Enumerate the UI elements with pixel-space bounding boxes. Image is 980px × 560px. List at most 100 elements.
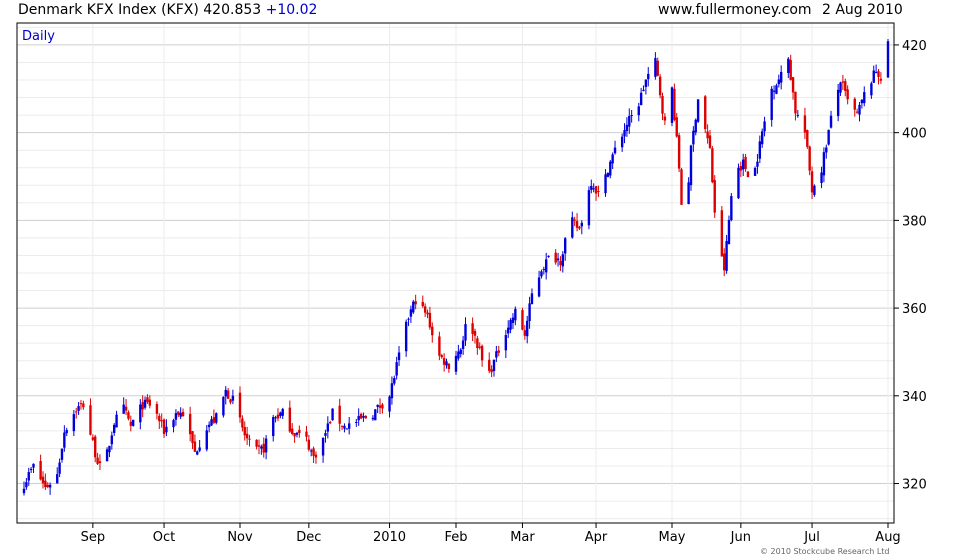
candle-body-up bbox=[343, 425, 346, 429]
candle-body-up bbox=[860, 99, 864, 104]
candle-body-down bbox=[288, 407, 292, 432]
candle-body-up bbox=[264, 438, 268, 453]
candle-body-up bbox=[692, 130, 695, 145]
candle-body-up bbox=[105, 449, 109, 462]
candle-body-down bbox=[158, 415, 161, 422]
candle bbox=[658, 74, 662, 99]
candle bbox=[806, 129, 809, 149]
candle-body-up bbox=[725, 241, 728, 271]
candle-body-down bbox=[39, 461, 42, 480]
candle-body-up bbox=[637, 106, 640, 116]
candle-body-up bbox=[611, 154, 614, 164]
candle-body-up bbox=[131, 419, 135, 426]
candle-body-down bbox=[293, 433, 296, 437]
candle-body-down bbox=[846, 89, 849, 100]
candle-body-down bbox=[521, 310, 524, 330]
candle-body-up bbox=[48, 484, 52, 488]
candle-body-up bbox=[547, 255, 550, 257]
candle-body-up bbox=[863, 92, 866, 104]
candle-body-up bbox=[445, 361, 448, 366]
candle-body-down bbox=[146, 397, 149, 403]
candle-body-up bbox=[628, 115, 631, 127]
candle-body-up bbox=[27, 472, 30, 481]
candle-body-down bbox=[473, 330, 477, 336]
candle-body-down bbox=[573, 219, 576, 221]
candle-body-up bbox=[374, 409, 377, 421]
candle-body-up bbox=[820, 172, 823, 183]
candle-body-up bbox=[839, 82, 842, 93]
candle-body-up bbox=[696, 99, 700, 122]
candle-body-up bbox=[409, 309, 413, 317]
candle-body-down bbox=[75, 411, 78, 413]
candle bbox=[331, 408, 334, 421]
candle-body-down bbox=[597, 190, 600, 192]
candle-body-up bbox=[760, 131, 764, 145]
candle-body-down bbox=[661, 95, 664, 114]
x-tick-label: Jul bbox=[803, 530, 820, 545]
candle-body-down bbox=[148, 399, 152, 406]
candle-body-up bbox=[727, 219, 731, 245]
candle-body-down bbox=[94, 436, 97, 458]
candle-body-up bbox=[772, 90, 776, 92]
x-axis: Sep Oct Nov Dec 2010 Feb Mar Apr May Jun Jul Aug bbox=[81, 523, 901, 545]
candle-body-down bbox=[191, 431, 194, 444]
candle-body-up bbox=[540, 271, 543, 277]
candle-body-down bbox=[808, 146, 811, 171]
candle bbox=[737, 163, 740, 199]
candle-body-up bbox=[858, 104, 861, 115]
candle-body-down bbox=[46, 484, 49, 488]
candle-body-up bbox=[295, 432, 299, 435]
candle-body-down bbox=[431, 326, 434, 336]
candle-body-down bbox=[98, 461, 102, 464]
candle-body-down bbox=[720, 210, 724, 257]
candle-body-down bbox=[803, 115, 807, 133]
candle-body-down bbox=[789, 60, 792, 80]
candle-body-up bbox=[836, 89, 840, 117]
candle-body-up bbox=[172, 420, 175, 428]
candle-body-down bbox=[79, 403, 83, 405]
candle-body-down bbox=[91, 437, 95, 440]
candle-body-down bbox=[877, 71, 880, 77]
candle-body-up bbox=[779, 71, 783, 83]
candle-body-down bbox=[160, 420, 163, 422]
candle-body-up bbox=[122, 404, 125, 414]
candle-body-up bbox=[457, 351, 460, 359]
candle-body-up bbox=[742, 159, 745, 170]
candle bbox=[713, 175, 716, 218]
candle-body-up bbox=[371, 417, 375, 420]
candle-body-down bbox=[276, 414, 280, 419]
candle-body-up bbox=[321, 437, 325, 456]
candle-body-down bbox=[578, 226, 581, 229]
candle-body-down bbox=[364, 416, 368, 419]
candle-body-up bbox=[777, 79, 781, 85]
candle-body-down bbox=[744, 156, 747, 169]
candle-body-up bbox=[544, 259, 548, 273]
candle-body-down bbox=[656, 60, 659, 76]
candle-body-up bbox=[388, 396, 391, 412]
candle-body-down bbox=[794, 91, 797, 114]
y-tick-label: 380 bbox=[902, 214, 927, 229]
candle-body-up bbox=[407, 318, 410, 320]
x-tick-label: Sep bbox=[81, 530, 106, 545]
candle-body-up bbox=[625, 124, 629, 132]
candle-body-down bbox=[241, 418, 244, 428]
candle-body-up bbox=[404, 321, 408, 352]
candle-body-down bbox=[575, 220, 579, 228]
candle-body-down bbox=[428, 312, 432, 328]
x-tick-label: Dec bbox=[296, 530, 321, 545]
candle bbox=[131, 419, 135, 427]
candle-body-up bbox=[604, 174, 607, 194]
candle-body-up bbox=[231, 395, 235, 401]
candle-body-up bbox=[56, 474, 59, 484]
candle-body-up bbox=[504, 335, 508, 351]
candle-body-down bbox=[490, 369, 493, 373]
candle-body-up bbox=[326, 423, 330, 432]
candle-body-down bbox=[44, 480, 47, 488]
candle-body-up bbox=[492, 359, 496, 372]
candle-body-up bbox=[115, 414, 118, 428]
candle-body-down bbox=[680, 169, 683, 205]
candle-body-up bbox=[580, 222, 584, 227]
y-tick-label: 340 bbox=[902, 390, 927, 405]
x-tick-label: Feb bbox=[444, 530, 467, 545]
candle-body-down bbox=[488, 359, 491, 371]
